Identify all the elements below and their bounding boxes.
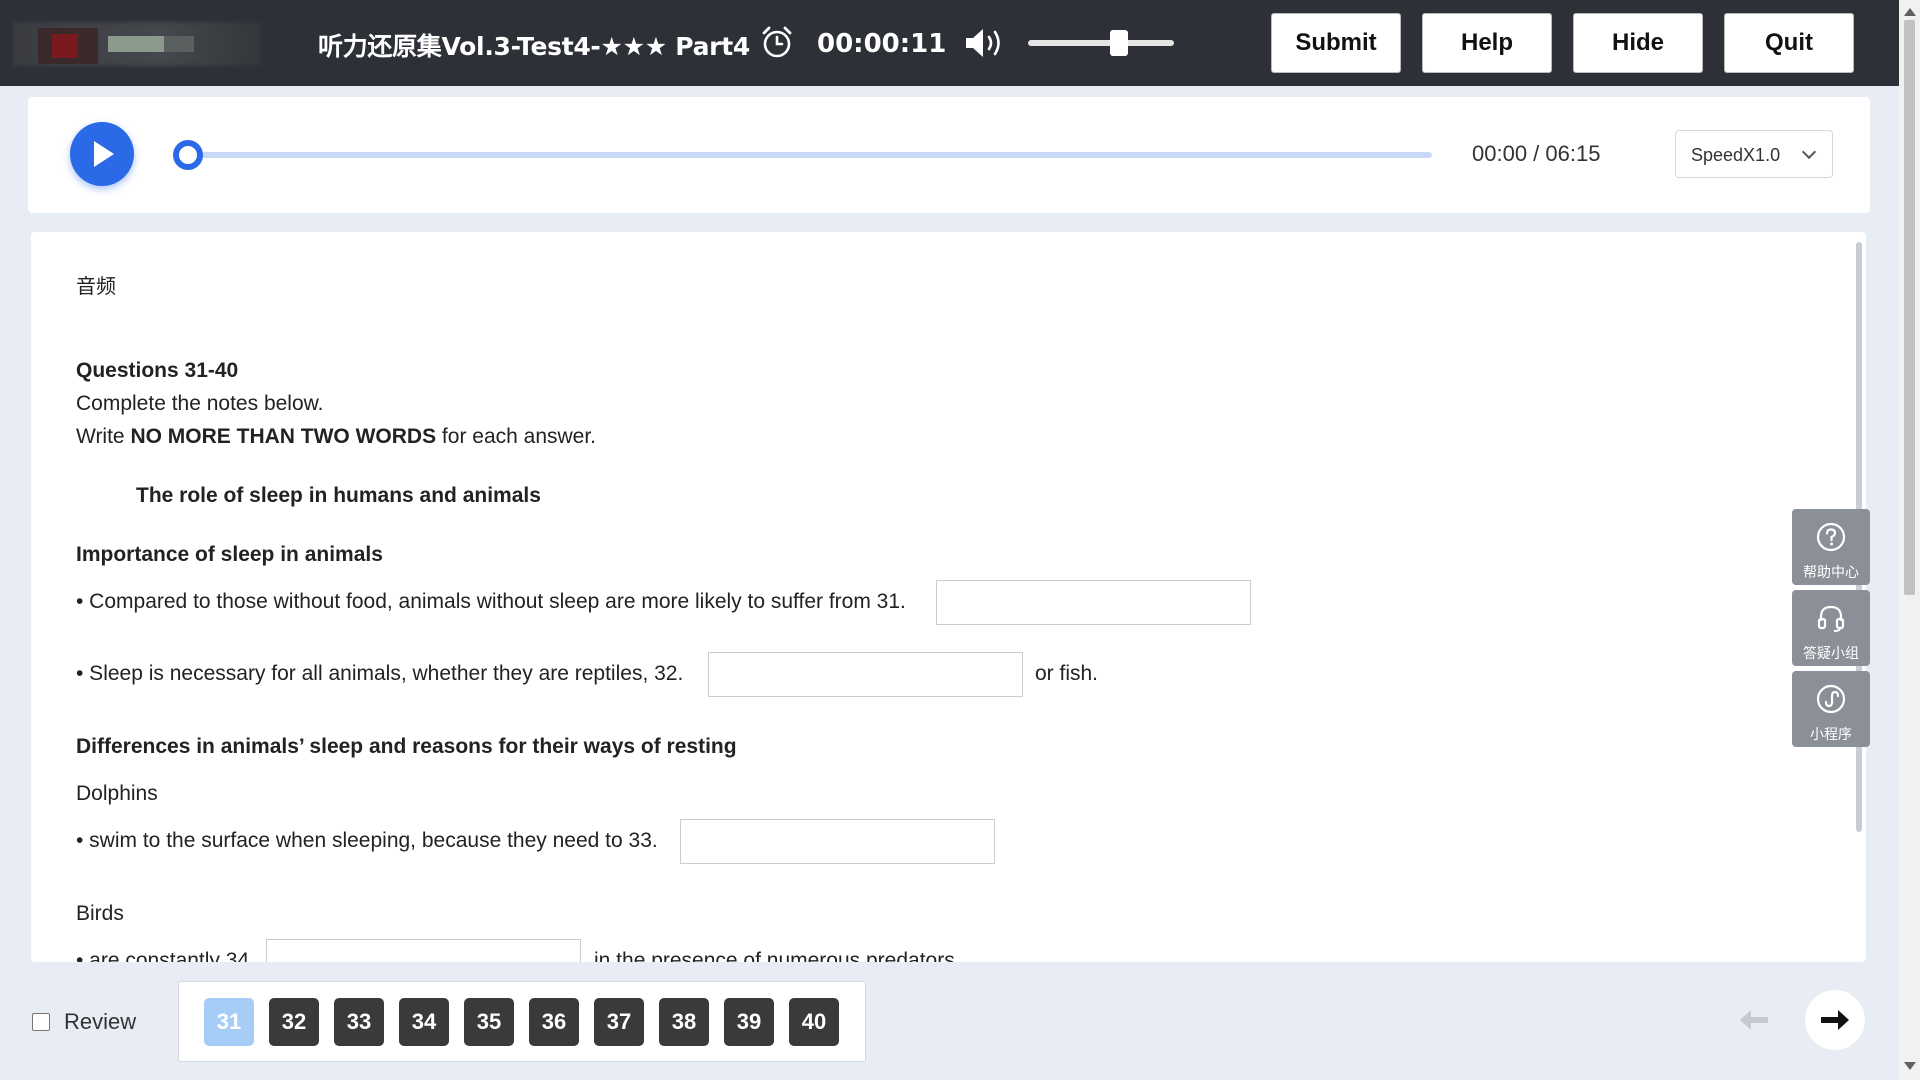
question-button-34[interactable]: 34 — [399, 998, 449, 1046]
subheading-birds: Birds — [76, 902, 124, 925]
section-heading-importance: Importance of sleep in animals — [76, 543, 383, 566]
mini-program-label: 小程序 — [1810, 727, 1852, 743]
playback-time: 00:00 / 06:15 — [1472, 141, 1601, 166]
question-button-32[interactable]: 32 — [269, 998, 319, 1046]
seek-bar[interactable] — [188, 152, 1432, 158]
speed-value: SpeedX1.0 — [1691, 145, 1781, 165]
question-34-text: • are constantly 34. — [76, 949, 255, 962]
volume-slider-track[interactable] — [1028, 40, 1174, 46]
play-button[interactable] — [70, 122, 134, 186]
submit-button[interactable]: Submit — [1271, 13, 1401, 73]
qa-group-button[interactable]: 答疑小组 — [1792, 590, 1870, 666]
question-panel: 音频 Questions 31-40 Complete the notes be… — [31, 232, 1866, 962]
answer-input-33[interactable] — [680, 819, 995, 864]
question-31-text: • Compared to those without food, animal… — [76, 590, 906, 613]
question-button-39[interactable]: 39 — [724, 998, 774, 1046]
audio-player: 00:00 / 06:15 SpeedX1.0 — [28, 97, 1870, 213]
question-34-after: in the presence of numerous predators. — [594, 949, 961, 962]
speed-select[interactable]: SpeedX1.0 — [1675, 130, 1833, 178]
previous-button[interactable] — [1724, 990, 1784, 1050]
question-button-38[interactable]: 38 — [659, 998, 709, 1046]
questions-heading: Questions 31-40 — [76, 359, 239, 382]
question-button-33[interactable]: 33 — [334, 998, 384, 1046]
answer-input-34[interactable] — [266, 939, 581, 962]
play-icon — [94, 141, 114, 167]
review-label: Review — [64, 1009, 137, 1034]
test-title: 听力还原集Vol.3-Test4-★★★ Part4 — [318, 32, 750, 61]
answer-input-32[interactable] — [708, 652, 1023, 697]
page-scrollbar[interactable] — [1899, 0, 1920, 1080]
question-32-text: • Sleep is necessary for all animals, wh… — [76, 662, 684, 685]
answer-input-31[interactable] — [936, 580, 1251, 625]
volume-slider-handle[interactable] — [1109, 30, 1128, 56]
scroll-thumb[interactable] — [1904, 20, 1915, 595]
qa-group-label: 答疑小组 — [1803, 646, 1859, 662]
scroll-down-icon[interactable] — [1904, 1062, 1916, 1070]
scroll-up-icon[interactable] — [1904, 8, 1916, 16]
subheading-dolphins: Dolphins — [76, 782, 158, 805]
arrow-right-icon — [1821, 1010, 1849, 1030]
question-button-37[interactable]: 37 — [594, 998, 644, 1046]
section-heading-differences: Differences in animals’ sleep and reason… — [76, 735, 737, 758]
question-button-35[interactable]: 35 — [464, 998, 514, 1046]
seek-handle[interactable] — [173, 140, 203, 170]
help-center-label: 帮助中心 — [1803, 565, 1859, 581]
word-limit: NO MORE THAN TWO WORDS — [130, 425, 437, 448]
question-button-36[interactable]: 36 — [529, 998, 579, 1046]
alarm-clock-icon — [762, 26, 792, 58]
countdown-timer: 00:00:11 — [817, 29, 947, 59]
arrow-left-icon — [1740, 1010, 1768, 1030]
question-circle-icon — [1816, 522, 1846, 552]
help-center-button[interactable]: 帮助中心 — [1792, 509, 1870, 585]
chevron-down-icon — [1801, 144, 1817, 160]
instruction-line-1: Complete the notes below. — [76, 392, 324, 415]
question-button-31[interactable]: 31 — [204, 998, 254, 1046]
quit-button[interactable]: Quit — [1724, 13, 1854, 73]
section-label: 音频 — [76, 274, 116, 298]
review-checkbox[interactable] — [32, 1013, 50, 1031]
mini-program-button[interactable]: 小程序 — [1792, 671, 1870, 747]
help-button[interactable]: Help — [1422, 13, 1552, 73]
question-33-text: • swim to the surface when sleeping, bec… — [76, 829, 658, 852]
instruction-line-2: Write NO MORE THAN TWO WORDS for each an… — [76, 425, 597, 448]
question-32-after: or fish. — [1035, 662, 1099, 685]
top-bar: 听力还原集Vol.3-Test4-★★★ Part4 00:00:11 Subm… — [0, 0, 1899, 86]
notes-title: The role of sleep in humans and animals — [136, 484, 541, 507]
mini-program-icon — [1816, 684, 1846, 714]
next-button[interactable] — [1805, 990, 1865, 1050]
speaker-icon[interactable] — [964, 26, 1008, 60]
headset-icon — [1817, 605, 1845, 632]
question-button-40[interactable]: 40 — [789, 998, 839, 1046]
hide-button[interactable]: Hide — [1573, 13, 1703, 73]
logo — [12, 16, 262, 72]
question-navigator: 31 32 33 34 35 36 37 38 39 40 — [178, 981, 866, 1062]
